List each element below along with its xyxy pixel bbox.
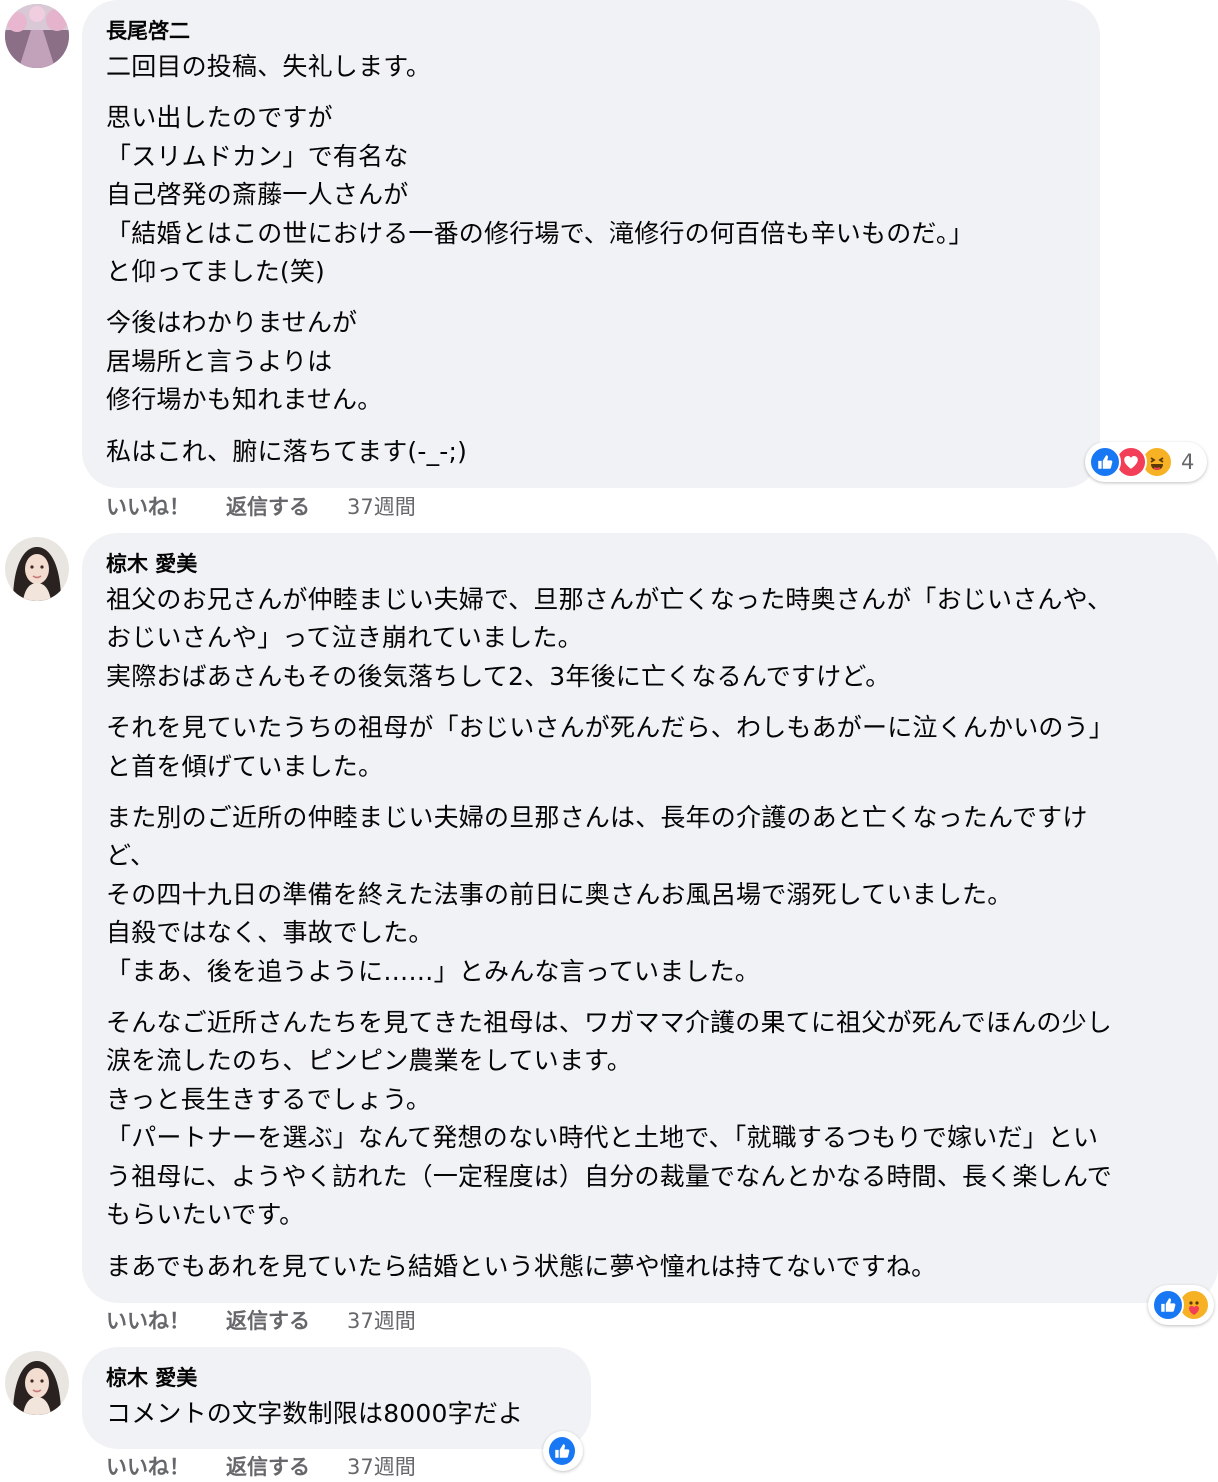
- comment-timestamp[interactable]: 37週間: [347, 1452, 416, 1482]
- reply-button[interactable]: 返信する: [226, 1452, 310, 1482]
- comment-timestamp[interactable]: 37週間: [347, 492, 416, 522]
- comment-paragraph: 祖父のお兄さんが仲睦まじい夫婦で、旦那さんが亡くなった時奥さんが「おじいさんや、…: [106, 585, 1113, 691]
- comment-bubble: 長尾啓二 二回目の投稿、失礼します。 思い出したのですが 「スリムドカン」で有名…: [82, 0, 1100, 488]
- like-button[interactable]: いいね！: [106, 492, 190, 522]
- reaction-summary[interactable]: [543, 1431, 583, 1471]
- avatar[interactable]: [5, 1351, 69, 1415]
- comment-timestamp[interactable]: 37週間: [347, 1306, 416, 1336]
- comment-author[interactable]: 椋木 愛美: [106, 1361, 567, 1395]
- avatar-image-icon: [5, 537, 69, 601]
- comment-paragraph: 私はこれ、腑に落ちてます(-_-;): [106, 436, 468, 466]
- comment-paragraph: コメントの文字数制限は8000字だよ: [106, 1399, 524, 1428]
- comment-paragraph: それを見ていたうちの祖母が「おじいさんが死んだら、わしもあがーに泣くんかいのう」…: [106, 713, 1115, 781]
- comment-paragraph: また別のご近所の仲睦まじい夫婦の旦那さんは、長年の介護のあと亡くなったんですけ …: [106, 803, 1088, 986]
- avatar[interactable]: [5, 537, 69, 601]
- reaction-count: 4: [1181, 450, 1195, 474]
- comment-bubble: 椋木 愛美 祖父のお兄さんが仲睦まじい夫婦で、旦那さんが亡くなった時奥さんが「お…: [82, 533, 1218, 1303]
- reply-button[interactable]: 返信する: [226, 492, 310, 522]
- reaction-summary[interactable]: [1148, 1285, 1214, 1325]
- reply-button[interactable]: 返信する: [226, 1306, 310, 1336]
- comment-bubble: 椋木 愛美 コメントの文字数制限は8000字だよ: [82, 1347, 591, 1449]
- comment-paragraph: そんなご近所さんたちを見てきた祖母は、ワガママ介護の果てに祖父が死んでほんの少し…: [106, 1008, 1113, 1230]
- avatar[interactable]: [5, 4, 69, 68]
- comment-paragraph: 思い出したのですが 「スリムドカン」で有名な 自己啓発の斎藤一人さんが 「結婚と…: [106, 103, 974, 287]
- comment-paragraph: まあでもあれを見ていたら結婚という状態に夢や憧れは持てないですね。: [106, 1251, 937, 1281]
- like-button[interactable]: いいね！: [106, 1452, 190, 1482]
- reaction-summary[interactable]: 4: [1085, 442, 1207, 482]
- comment-paragraph: 二回目の投稿、失礼します。: [106, 52, 432, 81]
- comment-author[interactable]: 長尾啓二: [106, 14, 1076, 48]
- like-icon: [1152, 1289, 1184, 1321]
- comment-author[interactable]: 椋木 愛美: [106, 547, 1218, 581]
- like-button[interactable]: いいね！: [106, 1306, 190, 1336]
- comment-paragraph: 今後はわかりませんが 居場所と言うよりは 修行場かも知れません。: [106, 308, 383, 415]
- like-icon: [1089, 446, 1121, 478]
- avatar-image-icon: [5, 4, 69, 68]
- like-icon: [547, 1435, 577, 1467]
- avatar-image-icon: [5, 1351, 69, 1415]
